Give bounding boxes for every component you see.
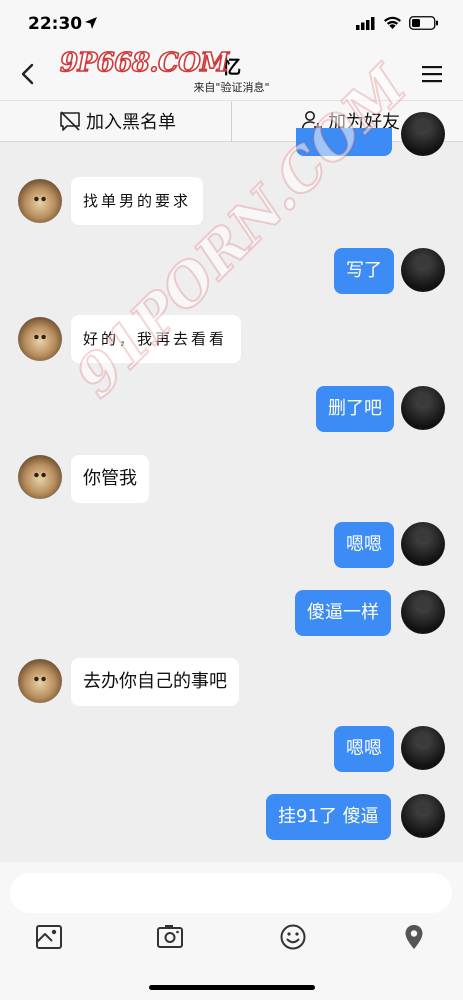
wifi-icon (384, 16, 401, 29)
location-arrow-icon (85, 17, 97, 29)
add-to-blacklist-label: 加入黑名单 (86, 112, 176, 133)
battery-icon (409, 16, 438, 30)
avatar[interactable] (401, 386, 445, 430)
cellular-signal-icon (356, 17, 375, 30)
message-bubble[interactable]: 嗯嗯 (334, 726, 394, 772)
block-message-icon (60, 111, 80, 131)
avatar[interactable] (18, 179, 62, 223)
avatar[interactable] (401, 112, 445, 156)
message-bubble[interactable]: 找单男的要求 (71, 177, 203, 225)
message-input[interactable] (10, 873, 452, 913)
composer (0, 862, 463, 1000)
contact-source: 来自"验证消息" (193, 81, 270, 94)
watermark-diagonal: 91PORN.COM (62, 51, 422, 411)
message-bubble[interactable] (296, 128, 392, 156)
home-indicator[interactable] (149, 985, 315, 990)
avatar[interactable] (401, 590, 445, 634)
message-bubble[interactable]: 傻逼一样 (295, 590, 391, 636)
message-bubble[interactable]: 去办你自己的事吧 (71, 658, 239, 706)
chat-header: 忆 来自"验证消息" 9P668.COM (0, 47, 463, 100)
message-bubble[interactable]: 写了 (334, 248, 394, 294)
location-pin-icon[interactable] (399, 922, 429, 952)
avatar[interactable] (401, 726, 445, 770)
avatar[interactable] (18, 455, 62, 499)
hamburger-menu-icon[interactable] (420, 63, 444, 85)
contact-actions: 加入黑名单 加为好友 (0, 100, 463, 142)
avatar[interactable] (401, 248, 445, 292)
status-bar: 22:30 (0, 0, 463, 48)
avatar[interactable] (401, 794, 445, 838)
avatar[interactable] (18, 317, 62, 361)
status-time: 22:30 (28, 14, 83, 34)
message-bubble[interactable]: 删了吧 (316, 386, 394, 432)
photo-icon[interactable] (34, 922, 64, 952)
avatar[interactable] (18, 659, 62, 703)
message-bubble[interactable]: 挂91了 傻逼 (266, 794, 391, 840)
add-to-blacklist-button[interactable]: 加入黑名单 (58, 101, 176, 141)
message-bubble[interactable]: 你管我 (71, 455, 149, 503)
message-bubble[interactable]: 好的，我再去看看 (71, 315, 241, 363)
emoji-icon[interactable] (278, 922, 308, 952)
watermark-logo: 9P668.COM (59, 47, 230, 79)
divider (231, 101, 232, 142)
avatar[interactable] (401, 522, 445, 566)
camera-icon[interactable] (155, 922, 185, 952)
message-bubble[interactable]: 嗯嗯 (334, 522, 394, 568)
